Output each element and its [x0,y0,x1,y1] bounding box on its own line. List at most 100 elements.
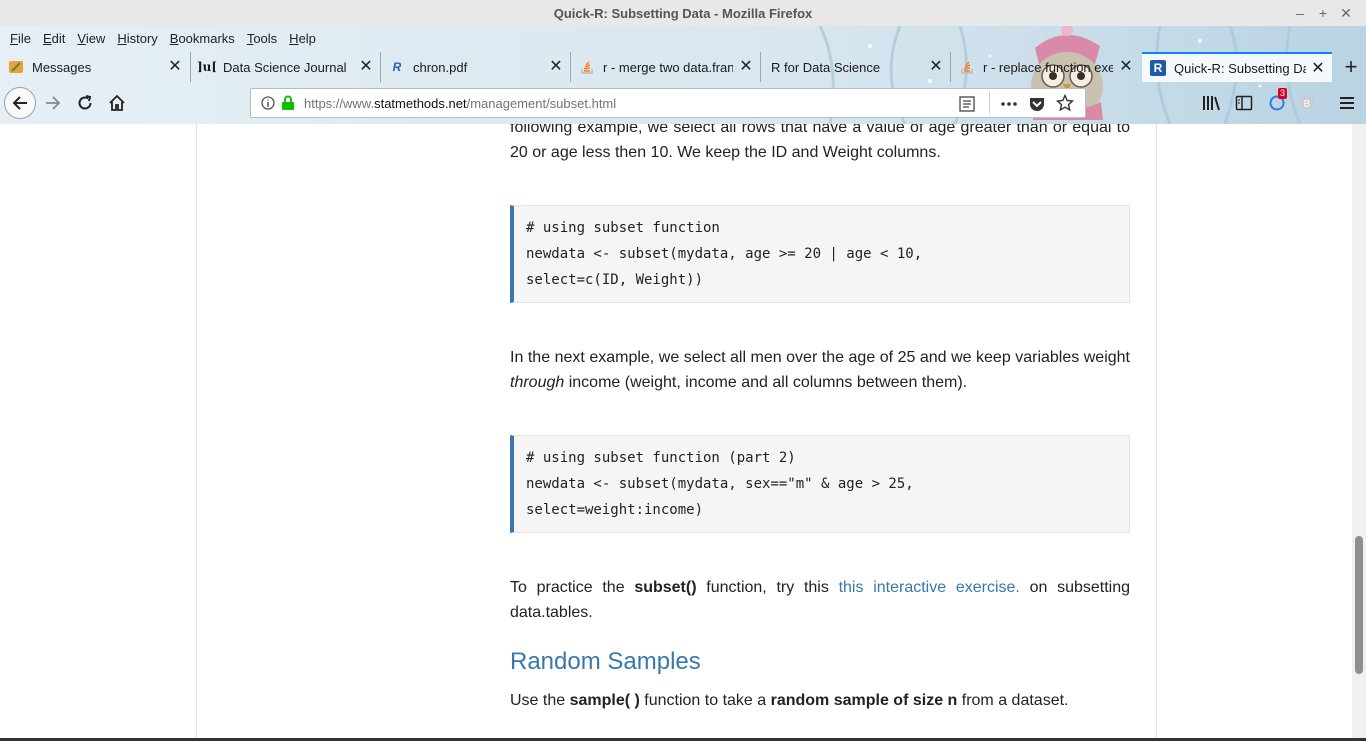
function-name-text: subset() [634,579,697,596]
stackoverflow-icon [579,59,595,75]
code-block-2: # using subset function (part 2) newdata… [510,435,1130,533]
new-tab-button[interactable]: + [1336,52,1366,82]
menu-file-accel: F [10,30,18,46]
code-block-1: # using subset function newdata <- subse… [510,205,1130,303]
url-text: https://www.statmethods.net/management/s… [304,96,616,111]
paragraph-text: function to take a [639,692,771,709]
back-button[interactable] [4,87,36,119]
tab-label: R for Data Science [771,59,881,75]
notification-badge: 3 [1278,88,1288,99]
lock-icon[interactable] [281,95,295,116]
close-tab-icon[interactable]: ✕ [1310,60,1326,78]
menu-edit[interactable]: Edit [42,29,66,48]
menu-bar: File Edit View History Bookmarks Tools H… [0,26,322,50]
window-title: Quick-R: Subsetting Data - Mozilla Firef… [553,5,813,21]
home-button[interactable] [104,90,130,116]
reload-icon [78,95,92,110]
tab-r-for-data-science[interactable]: R for Data Science ✕ [760,52,950,82]
tab-label: Data Science Journal [223,59,347,75]
bookmark-star-icon[interactable] [1055,93,1075,117]
minimize-button[interactable]: – [1290,3,1310,23]
tab-merge-data-frames[interactable]: r - merge two data.fran ✕ [570,52,760,82]
url-path: /management/subset.html [466,96,617,111]
url-bar[interactable]: https://www.statmethods.net/management/s… [250,88,1086,118]
function-name-text: sample( ) [569,692,640,709]
r-logo-icon: R [392,60,402,74]
menu-view-accel: V [77,30,86,46]
hamburger-menu-button[interactable] [1334,90,1360,116]
tab-label: r - replace function exe [983,59,1113,75]
close-tab-icon[interactable]: ✕ [548,58,564,76]
urlbar-divider [989,92,990,114]
tab-label: r - merge two data.fran [603,59,733,75]
close-tab-icon[interactable]: ✕ [738,58,754,76]
code-line: select=c(ID, Weight)) [526,272,704,288]
maximize-button[interactable]: + [1313,3,1333,23]
code-line: newdata <- subset(mydata, age >= 20 | ag… [526,246,923,262]
menu-help-accel: H [289,30,299,46]
menu-view[interactable]: View [76,29,106,48]
code-line: # using subset function (part 2) [526,450,796,466]
info-icon[interactable] [261,96,275,115]
forward-button[interactable] [40,90,66,116]
journal-icon: ]u[ [196,60,218,74]
browser-chrome: File Edit View History Bookmarks Tools H… [0,26,1366,125]
paragraph-intro: following example, we select all rows th… [510,124,1130,161]
menu-history-label: istory [126,30,158,46]
library-button[interactable] [1199,90,1225,116]
extension-button[interactable]: B [1294,90,1320,116]
sidebar-button[interactable] [1231,90,1257,116]
svg-text:B: B [1304,99,1311,110]
paragraph-practice: To practice the subset() function, try t… [510,575,1130,625]
close-tab-icon[interactable]: ✕ [358,58,374,76]
menu-history[interactable]: History [116,29,158,48]
code-line: newdata <- subset(mydata, sex=="m" & age… [526,476,914,492]
paragraph-text: Use the [510,692,570,709]
tab-messages[interactable]: Messages ✕ [0,52,189,82]
close-tab-icon[interactable]: ✕ [167,58,183,76]
bold-text: random sample of size n [770,692,958,709]
pocket-icon[interactable] [1028,95,1046,118]
tab-quick-r-subsetting[interactable]: R Quick-R: Subsetting Da ✕ [1142,52,1332,82]
extension-icon: B [1300,96,1314,110]
arrow-left-icon [12,96,27,110]
paragraph-text: function, try this [696,579,839,596]
reload-button[interactable] [72,90,98,116]
close-tab-icon[interactable]: ✕ [928,58,944,76]
hamburger-menu-icon [1340,97,1354,109]
paragraph-text: from a dataset. [957,692,1069,709]
interactive-exercise-link[interactable]: this interactive exercise. [839,579,1020,596]
paragraph-next-example: In the next example, we select all men o… [510,345,1130,395]
tab-replace-function[interactable]: r - replace function exe ✕ [950,52,1140,82]
page-viewport: following example, we select all rows th… [0,124,1352,741]
messages-icon [8,59,24,75]
tab-label: Messages [32,59,92,75]
home-icon [109,94,125,111]
tab-label: chron.pdf [413,59,468,75]
tab-bar: Messages ✕ ]u[ Data Science Journal ✕ R … [0,52,1366,82]
menu-file[interactable]: File [9,29,32,48]
tab-chron-pdf[interactable]: R chron.pdf ✕ [380,52,570,82]
menu-edit-label: dit [51,30,66,46]
menu-edit-accel: E [42,30,52,46]
code-line: select=weight:income) [526,502,704,518]
stackoverflow-icon [959,59,975,75]
scrollbar-thumb[interactable] [1355,536,1363,674]
menu-bookmarks[interactable]: Bookmarks [169,29,236,48]
menu-tools[interactable]: Tools [246,29,278,48]
tab-data-science-journal[interactable]: ]u[ Data Science Journal ✕ [190,52,380,82]
close-tab-icon[interactable]: ✕ [1118,58,1134,76]
r-logo-icon: R [1150,60,1166,76]
emphasis-text: through [510,374,565,391]
close-window-button[interactable]: ✕ [1336,3,1356,23]
reader-view-icon[interactable] [959,96,975,117]
sync-extension-button[interactable]: 3 [1264,88,1290,116]
page-scrollbar[interactable] [1352,124,1366,741]
menu-tools-label: ools [253,30,278,46]
paragraph-text: To practice the [510,579,635,596]
page-actions-icon[interactable] [1000,96,1018,117]
menu-help[interactable]: Help [288,29,317,48]
library-icon [1203,96,1220,111]
menu-help-label: elp [298,30,316,46]
tab-label: Quick-R: Subsetting Da [1174,60,1306,76]
